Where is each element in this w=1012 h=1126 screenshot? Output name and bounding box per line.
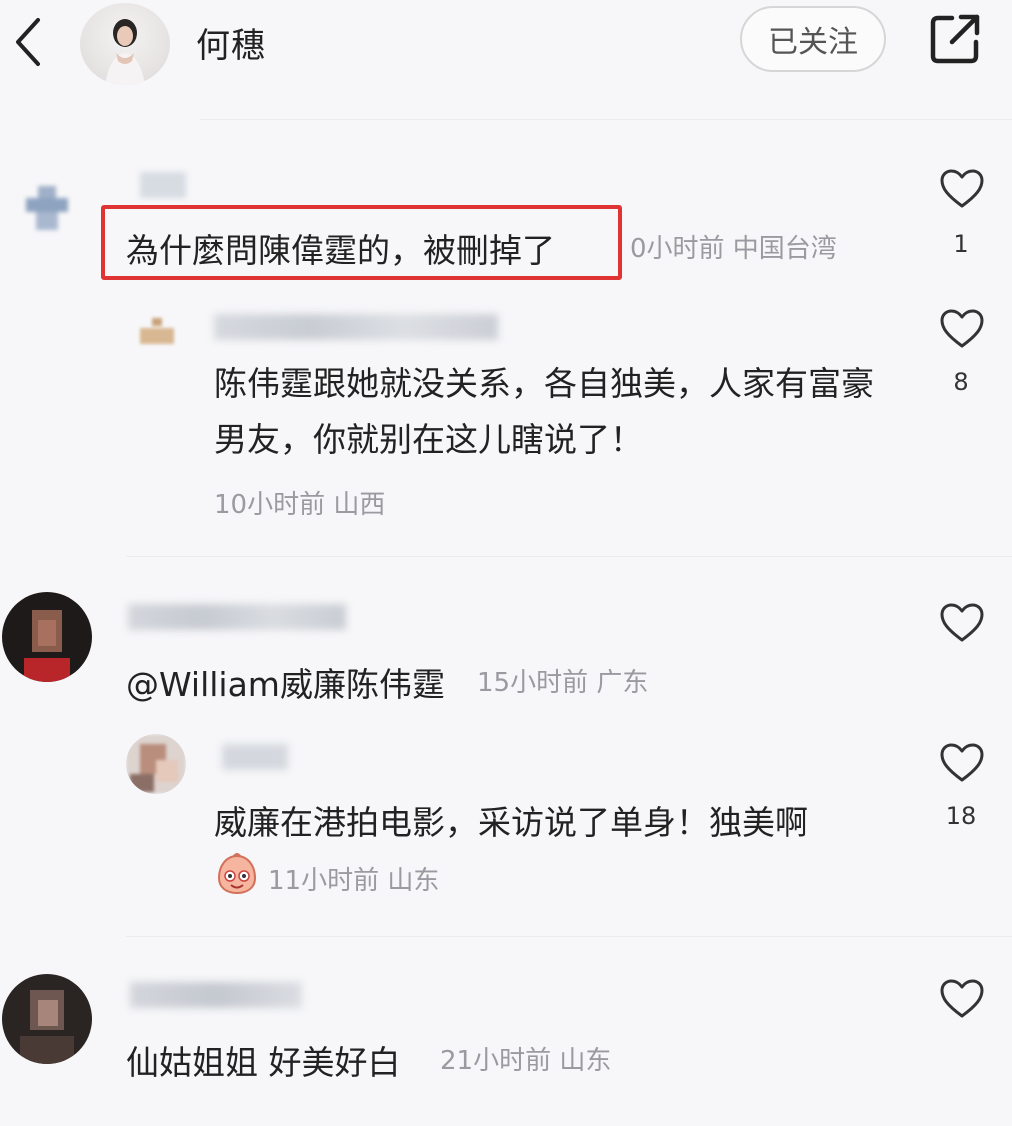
comment-text: @William威廉陈伟霆 xyxy=(126,665,445,704)
reply-text: 陈伟霆跟她就没关系，各自独美，人家有富豪男友，你就别在这儿瞎说了！ xyxy=(214,364,874,459)
highlight-box xyxy=(101,205,622,280)
reply-text: 威廉在港拍电影，采访说了单身！独美啊 xyxy=(214,803,808,842)
page-title: 何穗 xyxy=(196,26,266,66)
reply-avatar[interactable] xyxy=(138,316,176,346)
username-blurred[interactable] xyxy=(130,982,302,1008)
reply-meta: 10小时前 山西 xyxy=(214,490,386,520)
reply-meta: 11小时前 山东 xyxy=(268,866,440,896)
comment-avatar[interactable] xyxy=(24,186,70,232)
comment-meta: 21小时前 山东 xyxy=(440,1046,612,1076)
comment-meta: 15小时前 广东 xyxy=(477,668,649,698)
username-blurred[interactable] xyxy=(222,744,288,770)
username-blurred[interactable] xyxy=(214,314,498,340)
like-count: 8 xyxy=(953,368,969,396)
avatar[interactable] xyxy=(80,3,170,85)
like-count: 18 xyxy=(945,802,977,830)
heart-icon[interactable] xyxy=(939,978,985,1020)
follow-button[interactable]: 已关注 xyxy=(740,6,886,72)
share-icon[interactable] xyxy=(928,12,982,66)
heart-icon[interactable] xyxy=(939,308,985,350)
heart-icon[interactable] xyxy=(939,742,985,784)
username-blurred[interactable] xyxy=(140,172,186,198)
divider xyxy=(200,119,1012,120)
username-blurred[interactable] xyxy=(128,604,346,630)
comment-avatar[interactable] xyxy=(2,592,92,682)
comment-meta: 0小时前 中国台湾 xyxy=(630,234,837,264)
divider xyxy=(126,556,1012,557)
divider xyxy=(126,936,1012,937)
comment-avatar[interactable] xyxy=(2,974,92,1064)
emoji-icon xyxy=(214,852,260,896)
heart-icon[interactable] xyxy=(939,602,985,644)
like-count: 1 xyxy=(953,230,969,258)
back-icon[interactable] xyxy=(8,14,48,70)
comment-text: 仙姑姐姐 好美好白 xyxy=(126,1043,401,1082)
heart-icon[interactable] xyxy=(939,168,985,210)
reply-avatar[interactable] xyxy=(126,734,186,794)
